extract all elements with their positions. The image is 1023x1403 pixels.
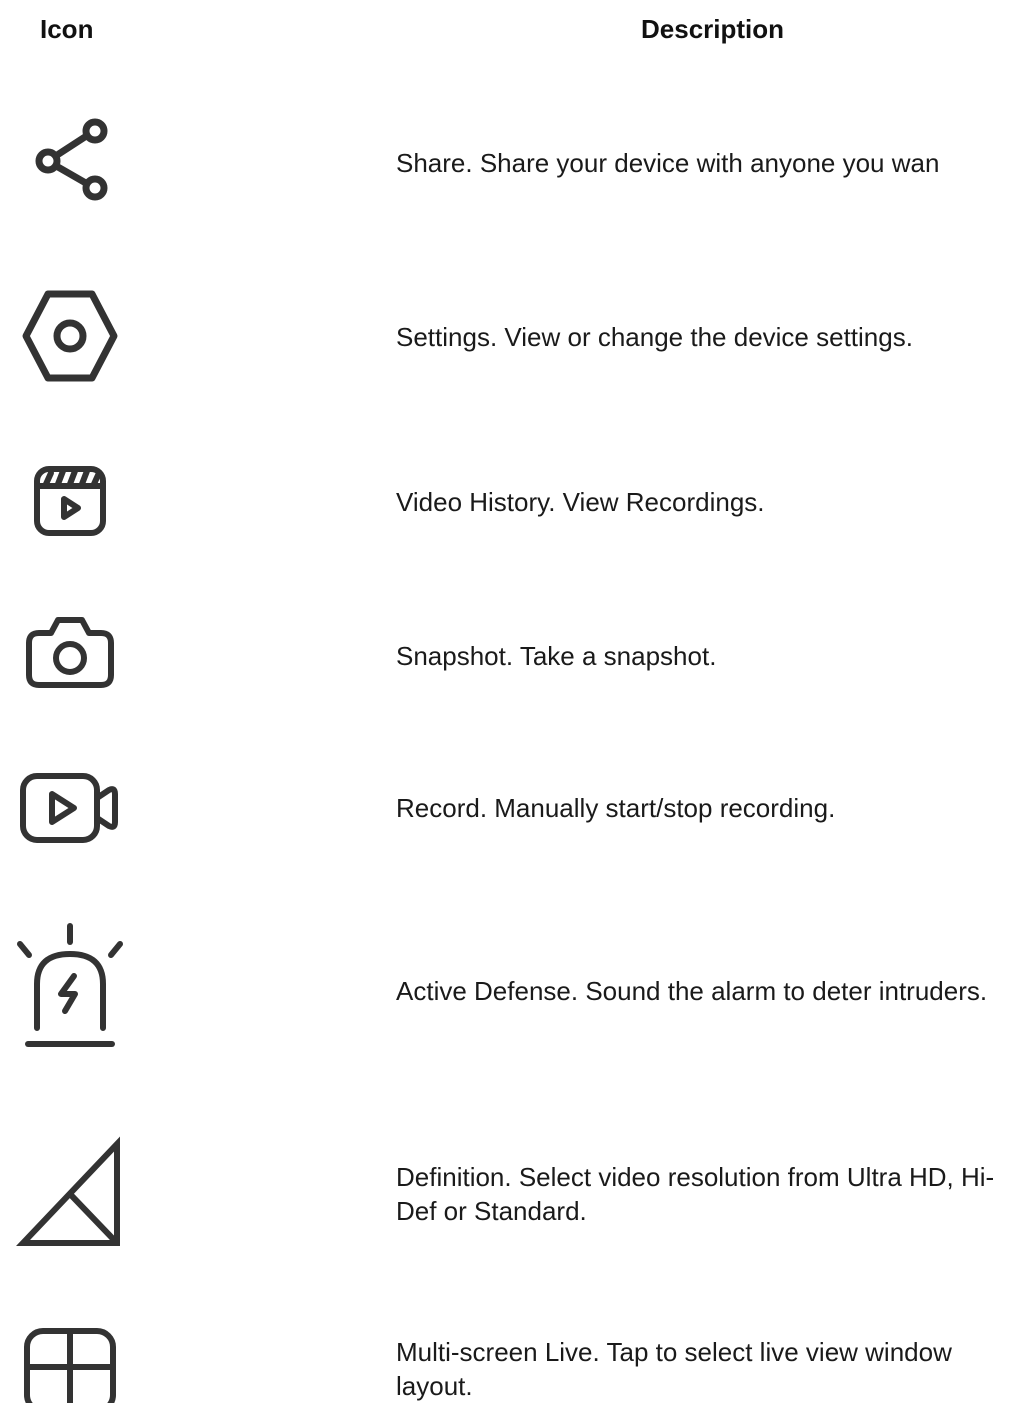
table-row: Definition. Select video resolution from…: [0, 1136, 1023, 1248]
row-description: Share. Share your device with anyone you…: [396, 148, 940, 178]
table-row: Video History. View Recordings.: [0, 465, 1023, 537]
row-description: Definition. Select video resolution from…: [396, 1162, 995, 1226]
column-header-icon: Icon: [40, 14, 94, 44]
table-row: Record. Manually start/stop recording.: [0, 772, 1023, 844]
video-history-icon: [0, 465, 140, 537]
settings-icon: [0, 290, 140, 382]
table-row: Snapshot. Take a snapshot.: [0, 615, 1023, 691]
row-description: Multi-screen Live. Tap to select live vi…: [396, 1337, 952, 1401]
column-header-description: Description: [641, 14, 785, 44]
record-icon: [0, 772, 140, 844]
table-row: Settings. View or change the device sett…: [0, 290, 1023, 386]
row-description: Settings. View or change the device sett…: [396, 322, 913, 352]
row-description: Record. Manually start/stop recording.: [396, 793, 836, 823]
table-row: Share. Share your device with anyone you…: [0, 118, 1023, 208]
table-row: Active Defense. Sound the alarm to deter…: [0, 922, 1023, 1052]
table-row: Multi-screen Live. Tap to select live vi…: [0, 1327, 1023, 1403]
row-description: Active Defense. Sound the alarm to deter…: [396, 976, 988, 1006]
snapshot-icon: [0, 615, 140, 689]
alarm-siren-icon: [0, 922, 140, 1052]
share-icon: [0, 118, 140, 204]
row-description: Snapshot. Take a snapshot.: [396, 641, 717, 671]
row-description: Video History. View Recordings.: [396, 487, 765, 517]
signal-definition-icon: [0, 1136, 140, 1248]
multi-screen-grid-icon: [0, 1327, 140, 1403]
